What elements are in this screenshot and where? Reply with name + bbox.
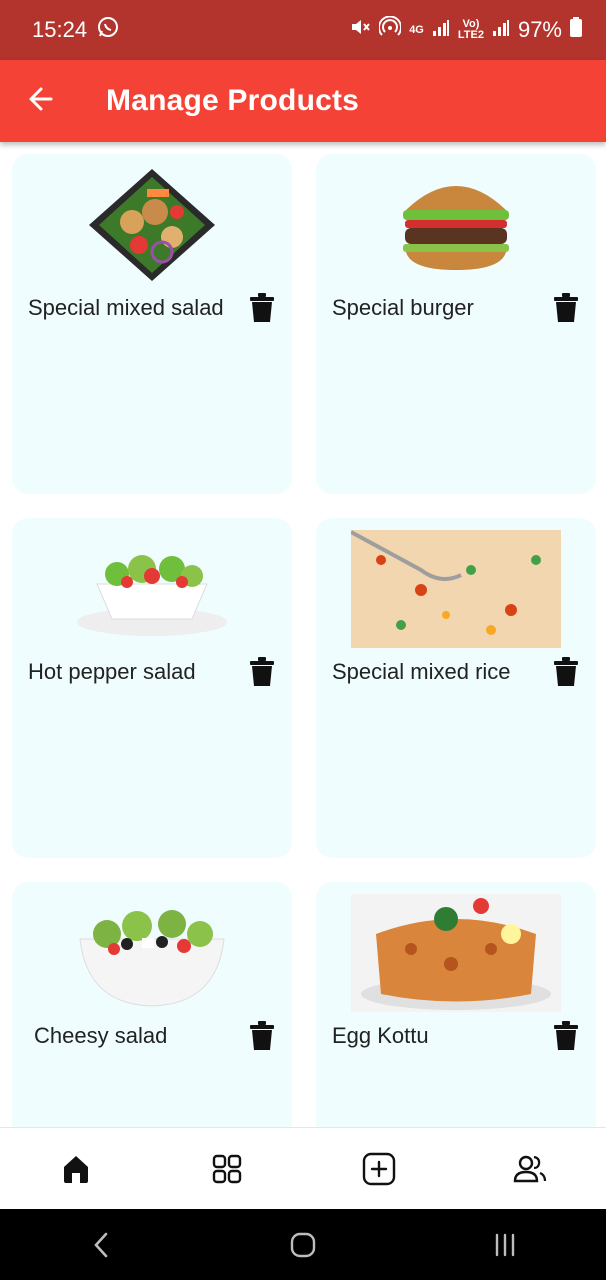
battery-percent: 97% — [517, 17, 562, 42]
signal-icon-2 — [492, 17, 510, 43]
status-right: 4G Vo) LTE2 97% — [349, 15, 582, 44]
home-circle-icon — [290, 1232, 316, 1257]
status-left: 15:24 — [32, 16, 119, 44]
app-bar: Manage Products — [0, 60, 606, 142]
arrow-left-icon — [27, 85, 55, 118]
system-home-button[interactable] — [263, 1215, 343, 1275]
delete-button[interactable] — [552, 292, 580, 324]
product-row: Special burger — [332, 292, 580, 324]
product-card[interactable]: Egg Kottu — [316, 882, 596, 1127]
product-name: Special mixed rice — [332, 659, 511, 684]
trash-icon — [250, 293, 274, 322]
product-card[interactable]: Hot pepper salad — [12, 518, 292, 858]
salad-bowl-icon — [12, 530, 292, 648]
signal-icon — [432, 17, 450, 43]
volte-label: Vo) LTE2 — [458, 19, 484, 41]
product-list[interactable]: Special mixed salad Special burger Hot p… — [0, 142, 606, 1127]
delete-button[interactable] — [248, 656, 276, 688]
mute-icon — [349, 16, 371, 44]
product-card[interactable]: Cheesy salad — [12, 882, 292, 1127]
back-button[interactable] — [0, 60, 82, 142]
bottom-nav — [0, 1127, 606, 1209]
product-row: Special mixed salad — [28, 292, 276, 324]
lte-label: LTE2 — [457, 29, 484, 41]
system-nav-bar — [0, 1209, 606, 1280]
salad-plate-icon — [12, 166, 292, 284]
product-name: Special mixed salad — [28, 295, 224, 320]
hotspot-icon — [378, 15, 403, 44]
system-back-button[interactable] — [61, 1215, 141, 1275]
fried-rice-icon — [316, 530, 596, 648]
product-name: Special burger — [332, 295, 474, 320]
users-icon — [514, 1155, 547, 1182]
product-row: Egg Kottu — [332, 1020, 580, 1052]
product-name: Egg Kottu — [332, 1023, 429, 1048]
trash-icon — [554, 1021, 578, 1050]
delete-button[interactable] — [552, 1020, 580, 1052]
delete-button[interactable] — [248, 1020, 276, 1052]
product-card[interactable]: Special mixed rice — [316, 518, 596, 858]
trash-icon — [250, 1021, 274, 1050]
delete-button[interactable] — [248, 292, 276, 324]
recents-icon — [495, 1233, 515, 1256]
status-bar: 15:24 4G Vo) LTE2 97% — [0, 0, 606, 60]
burger-icon — [316, 166, 596, 284]
chevron-left-icon — [94, 1232, 108, 1257]
kottu-icon — [316, 894, 596, 1012]
network-type-label: 4G — [409, 23, 424, 36]
nav-add[interactable] — [339, 1139, 419, 1199]
product-name: Cheesy salad — [34, 1023, 168, 1048]
add-square-icon — [362, 1152, 395, 1185]
product-row: Cheesy salad — [28, 1020, 276, 1052]
nav-users[interactable] — [490, 1139, 570, 1199]
product-card[interactable]: Special mixed salad — [12, 154, 292, 494]
trash-icon — [554, 293, 578, 322]
product-card[interactable]: Special burger — [316, 154, 596, 494]
grid-icon — [213, 1154, 242, 1183]
nav-categories[interactable] — [187, 1139, 267, 1199]
nav-home[interactable] — [36, 1139, 116, 1199]
battery-icon — [570, 17, 582, 43]
product-row: Hot pepper salad — [28, 656, 276, 688]
product-name: Hot pepper salad — [28, 659, 196, 684]
product-row: Special mixed rice — [332, 656, 580, 688]
page-title: Manage Products — [106, 84, 360, 117]
system-recents-button[interactable] — [465, 1215, 545, 1275]
trash-icon — [554, 657, 578, 686]
whatsapp-icon — [97, 16, 119, 44]
home-icon — [63, 1155, 88, 1183]
greek-salad-icon — [12, 894, 292, 1012]
delete-button[interactable] — [552, 656, 580, 688]
trash-icon — [250, 657, 274, 686]
status-time: 15:24 — [32, 17, 88, 42]
